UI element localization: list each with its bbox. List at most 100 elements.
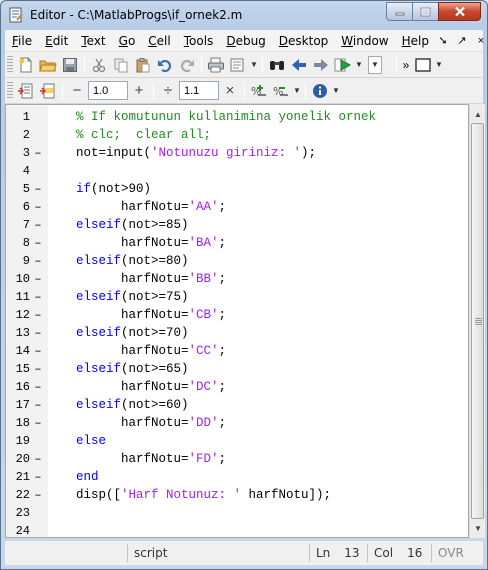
code-line[interactable]: 5– if(not>90) xyxy=(6,180,468,198)
breakpoint-marker[interactable]: – xyxy=(30,416,46,430)
code-line[interactable]: 11– elseif(not>=75) xyxy=(6,288,468,306)
back-arrow-icon[interactable] xyxy=(288,54,310,76)
code-line[interactable]: 21– end xyxy=(6,468,468,486)
toolbar-grip[interactable] xyxy=(7,55,13,74)
code-line[interactable]: 1 % If komutunun kullanimina yonelik orne… xyxy=(6,108,468,126)
close-button[interactable] xyxy=(438,2,481,21)
menu-desktop[interactable]: Desktop xyxy=(272,34,335,48)
breakpoint-marker[interactable]: – xyxy=(30,326,46,340)
publish-icon[interactable] xyxy=(227,54,249,76)
menu-cell[interactable]: Cell xyxy=(141,34,176,48)
menu-go[interactable]: Go xyxy=(112,34,142,48)
breakpoint-marker[interactable]: – xyxy=(30,398,46,412)
code-line[interactable]: 9– elseif(not>=80) xyxy=(6,252,468,270)
breakpoint-marker[interactable]: – xyxy=(30,488,46,502)
breakpoint-marker[interactable]: – xyxy=(30,380,46,394)
undock-arrow-icon[interactable]: ↗ xyxy=(454,34,470,47)
code-line[interactable]: 19 else xyxy=(6,432,468,450)
menu-tools[interactable]: Tools xyxy=(177,34,220,48)
menu-window[interactable]: Window xyxy=(334,34,394,48)
toolbar-grip[interactable] xyxy=(7,81,13,100)
copy-icon[interactable] xyxy=(110,54,132,76)
forward-arrow-icon[interactable] xyxy=(310,54,332,76)
evaluate-cell-icon[interactable] xyxy=(37,80,59,102)
vertical-scrollbar[interactable]: ▲ ▼ xyxy=(469,104,485,538)
title-bar[interactable]: Editor - C:\MatlabProgs\if_ornek2.m xyxy=(1,1,487,29)
decrement-button[interactable]: − xyxy=(66,82,88,99)
menu-help[interactable]: Help xyxy=(395,34,435,48)
breakpoint-marker[interactable]: – xyxy=(30,362,46,376)
cell-value-input-2[interactable] xyxy=(179,81,219,100)
code-line[interactable]: 18– harfNotu='DD'; xyxy=(6,414,468,432)
code-line[interactable]: 17– elseif(not>=60) xyxy=(6,396,468,414)
code-line[interactable]: 4 xyxy=(6,162,468,180)
code-line[interactable]: 6– harfNotu='AA'; xyxy=(6,198,468,216)
breakpoint-marker[interactable]: – xyxy=(30,182,46,196)
run-icon[interactable] xyxy=(332,54,354,76)
layout-dropdown-icon[interactable]: ▼ xyxy=(434,60,444,69)
menu-text[interactable]: Text xyxy=(74,34,111,48)
close-x-icon[interactable]: × xyxy=(473,35,487,47)
code-line[interactable]: 20– harfNotu='FD'; xyxy=(6,450,468,468)
publish-dropdown-icon[interactable]: ▼ xyxy=(249,60,259,69)
code-line[interactable]: 3– not=input('Notunuzu giriniz: '); xyxy=(6,144,468,162)
run-dropdown-icon[interactable]: ▼ xyxy=(354,60,364,69)
cell-tool-icon-1[interactable]: % xyxy=(248,80,270,102)
breakpoint-marker[interactable]: – xyxy=(30,146,46,160)
dock-arrow-icon[interactable]: ➘ xyxy=(435,34,451,47)
breakpoint-marker[interactable]: – xyxy=(30,272,46,286)
breakpoint-marker[interactable]: – xyxy=(30,452,46,466)
help-dropdown-icon[interactable]: ▼ xyxy=(331,86,341,95)
overflow-chevron-icon[interactable]: » xyxy=(400,54,412,76)
breakpoint-marker[interactable]: – xyxy=(30,470,46,484)
code-line[interactable]: 15– elseif(not>=65) xyxy=(6,360,468,378)
divide-button[interactable]: ÷ xyxy=(157,82,179,99)
code-line[interactable]: 7– elseif(not>=85) xyxy=(6,216,468,234)
paste-icon[interactable] xyxy=(132,54,154,76)
menu-debug[interactable]: Debug xyxy=(219,34,271,48)
code-line[interactable]: 10– harfNotu='BB'; xyxy=(6,270,468,288)
increment-button[interactable]: + xyxy=(128,82,150,99)
code-line[interactable]: 14– harfNotu='CC'; xyxy=(6,342,468,360)
cell-tool-icon-2[interactable]: % xyxy=(270,80,292,102)
breakpoint-marker[interactable]: – xyxy=(30,254,46,268)
insert-cell-icon[interactable] xyxy=(15,80,37,102)
code-line[interactable]: 8– harfNotu='BA'; xyxy=(6,234,468,252)
find-binoculars-icon[interactable] xyxy=(266,54,288,76)
undo-icon[interactable] xyxy=(154,54,176,76)
code-line[interactable]: 16– harfNotu='DC'; xyxy=(6,378,468,396)
breakpoint-marker[interactable]: – xyxy=(30,236,46,250)
new-file-icon[interactable] xyxy=(15,54,37,76)
breakpoint-marker[interactable]: – xyxy=(30,200,46,214)
code-line[interactable]: 22– disp(['Harf Notunuz: ' harfNotu]); xyxy=(6,486,468,504)
open-folder-icon[interactable] xyxy=(37,54,59,76)
breakpoint-marker[interactable]: – xyxy=(30,344,46,358)
cut-icon[interactable] xyxy=(88,54,110,76)
breakpoint-marker[interactable]: – xyxy=(30,218,46,232)
code-line[interactable]: 13– elseif(not>=70) xyxy=(6,324,468,342)
code-line[interactable]: 24 xyxy=(6,522,468,537)
line-number: 14 xyxy=(15,344,30,358)
layout-window-icon[interactable] xyxy=(412,54,434,76)
menu-edit[interactable]: Edit xyxy=(38,34,74,48)
code-line[interactable]: 2 % clc; clear all; xyxy=(6,126,468,144)
stack-dropdown-icon[interactable]: ▼ xyxy=(368,55,382,74)
cell-tool-dropdown-icon[interactable]: ▼ xyxy=(292,86,302,95)
multiply-button[interactable]: × xyxy=(219,82,241,99)
redo-icon[interactable] xyxy=(176,54,198,76)
scrollbar-thumb[interactable] xyxy=(471,123,484,519)
minimize-button[interactable] xyxy=(386,2,412,21)
cell-value-input-1[interactable] xyxy=(88,81,128,100)
scroll-up-arrow-icon[interactable]: ▲ xyxy=(470,106,486,122)
breakpoint-marker[interactable]: – xyxy=(30,308,46,322)
breakpoint-marker[interactable]: – xyxy=(30,290,46,304)
scroll-down-arrow-icon[interactable]: ▼ xyxy=(470,520,486,536)
maximize-button[interactable] xyxy=(412,2,438,21)
save-icon[interactable] xyxy=(59,54,81,76)
code-editor[interactable]: 1 % If komutunun kullanimina yonelik orne… xyxy=(5,104,469,538)
print-icon[interactable] xyxy=(205,54,227,76)
code-line[interactable]: 12– harfNotu='CB'; xyxy=(6,306,468,324)
code-line[interactable]: 23 xyxy=(6,504,468,522)
help-info-icon[interactable] xyxy=(309,80,331,102)
menu-file[interactable]: File xyxy=(5,34,38,48)
